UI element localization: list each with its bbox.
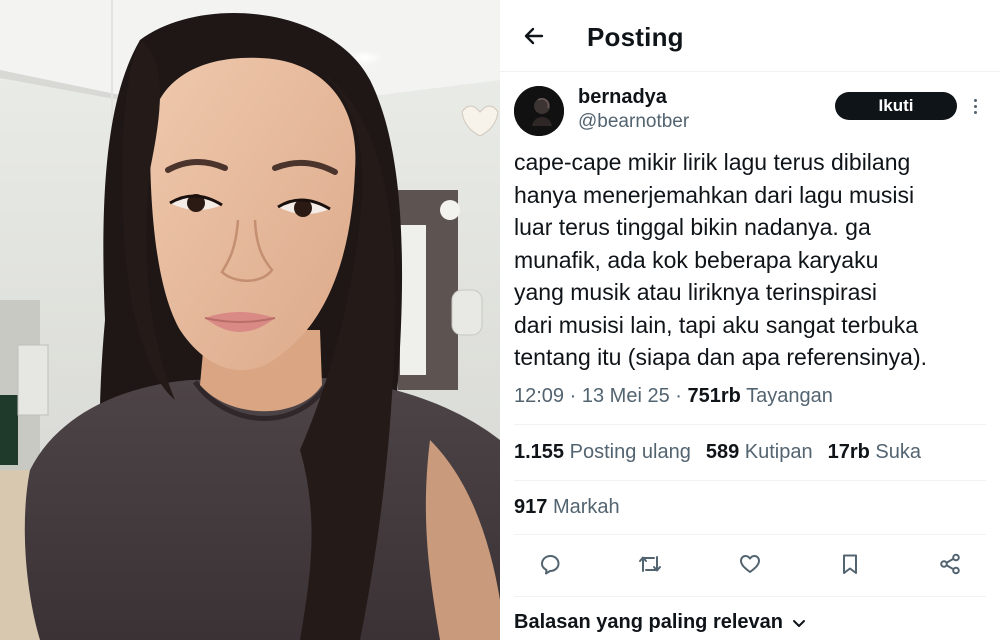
follow-button[interactable]: Ikuti <box>835 92 957 120</box>
selfie-illustration <box>0 0 500 640</box>
views-count: 751rb <box>687 385 741 407</box>
replies-sort-dropdown[interactable]: Balasan yang paling relevan <box>514 611 807 634</box>
avatar[interactable] <box>514 86 564 136</box>
divider <box>514 596 986 597</box>
reply-icon <box>541 555 560 575</box>
arrow-left-icon <box>524 27 544 45</box>
divider <box>514 424 986 425</box>
avatar-image <box>514 86 564 136</box>
repost-icon <box>639 556 661 572</box>
reply-button[interactable] <box>536 550 564 578</box>
reposts-count: 1.155 <box>514 441 565 463</box>
share-button[interactable] <box>936 550 964 578</box>
views-label: Tayangan <box>746 385 833 407</box>
author-display-name[interactable]: bernadya <box>578 86 667 109</box>
more-vertical-icon <box>973 98 977 102</box>
reposts-label: Posting ulang <box>569 441 691 463</box>
bookmark-icon <box>843 554 857 574</box>
post-meta: 12:09 · 13 Mei 25 · 751rb Tayangan <box>514 385 833 407</box>
author-handle[interactable]: @bearnotber <box>578 111 689 133</box>
likes-stat[interactable]: 17rb Suka <box>828 441 921 464</box>
post-date[interactable]: 13 Mei 25 <box>582 385 670 407</box>
divider <box>514 534 986 535</box>
repost-button[interactable] <box>636 550 664 578</box>
selfie-photo <box>0 0 500 640</box>
quotes-label: Kutipan <box>744 441 813 463</box>
like-button[interactable] <box>736 550 764 578</box>
like-icon <box>740 555 760 573</box>
replies-sort-label: Balasan yang paling relevan <box>514 611 783 633</box>
share-icon <box>940 553 960 575</box>
bookmark-button[interactable] <box>836 550 864 578</box>
top-bar: Posting <box>500 0 1000 72</box>
post-panel: Posting bernadya @bearnotber Ikuti cape-… <box>500 0 1000 640</box>
engagement-stats: 1.155 Posting ulang 589 Kutipan 17rb Suk… <box>514 441 921 464</box>
back-button[interactable] <box>518 20 550 52</box>
more-options-button[interactable] <box>967 92 983 120</box>
post-text: cape-cape mikir lirik lagu terus dibilan… <box>514 149 927 370</box>
chevron-down-icon <box>793 619 805 627</box>
divider <box>514 480 986 481</box>
page-title: Posting <box>587 22 684 52</box>
likes-count: 17rb <box>827 441 870 463</box>
bookmarks-stat[interactable]: 917 Markah <box>514 496 620 519</box>
bookmarks-label: Markah <box>552 496 620 518</box>
bookmarks-count: 917 <box>514 496 548 518</box>
post-time[interactable]: 12:09 <box>514 385 564 407</box>
quotes-count: 589 <box>705 441 740 463</box>
likes-label: Suka <box>875 441 922 463</box>
reposts-stat[interactable]: 1.155 Posting ulang <box>514 441 691 464</box>
quotes-stat[interactable]: 589 Kutipan <box>706 441 813 464</box>
